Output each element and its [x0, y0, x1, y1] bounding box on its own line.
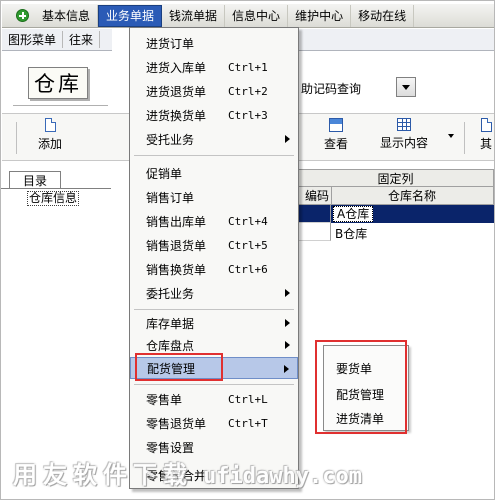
menu-item-shortcut: Ctrl+L — [228, 392, 268, 406]
menu-item-label: 销售订单 — [146, 190, 195, 205]
menu-basic-info[interactable]: 基本信息 — [35, 4, 99, 27]
menu-item-label: 销售换货单 — [146, 262, 207, 277]
menu-item-purchase-order[interactable]: 进货订单 — [130, 32, 298, 54]
menu-item-label: 受托业务 — [146, 132, 195, 147]
secondary-nav-bar: 图形菜单 往来 — [2, 29, 112, 51]
menu-item-shortcut: Ctrl+3 — [228, 108, 268, 122]
menu-mobile-online[interactable]: 移动在线 — [351, 4, 415, 27]
menu-item-shortcut: Ctrl+5 — [228, 238, 268, 252]
more-button-label: 其 — [480, 137, 493, 151]
menu-item-label: 促销单 — [146, 166, 183, 181]
menu-item-sales-delivery[interactable]: 销售出库单 Ctrl+4 — [130, 210, 298, 232]
submenu-arrow-icon — [285, 289, 290, 297]
toolbar-divider — [16, 122, 17, 154]
new-document-icon — [44, 118, 56, 132]
view-button[interactable]: 查看 — [324, 118, 348, 152]
menu-item-label: 进货退货单 — [146, 84, 207, 99]
tree-node-warehouse-info[interactable]: 仓库信息 — [27, 191, 80, 206]
submenu-arrow-icon — [285, 341, 290, 349]
table-header: 编码 仓库名称 — [297, 187, 494, 205]
page-title: 仓库 — [28, 67, 88, 99]
menu-item-label: 销售出库单 — [146, 214, 207, 229]
menu-item-label: 销售退货单 — [146, 238, 207, 253]
watermark-url-text: ufidawhy.com — [203, 464, 362, 489]
menu-separator — [134, 309, 294, 310]
menu-item-label: 零售设置 — [146, 440, 195, 455]
menu-item-shortcut: Ctrl+6 — [228, 262, 268, 276]
menu-item-inventory-documents[interactable]: 库存单据 — [130, 312, 298, 334]
table-row[interactable]: A仓库 — [297, 205, 494, 223]
menu-item-shortcut: Ctrl+T — [228, 416, 268, 430]
submenu-arrow-icon — [285, 319, 290, 327]
more-icon — [480, 118, 492, 132]
menu-item-label: 进货订单 — [146, 36, 195, 51]
menu-item-promotion[interactable]: 促销单 — [130, 162, 298, 184]
column-header-warehouse-name[interactable]: 仓库名称 — [332, 187, 492, 204]
tab-directory[interactable]: 目录 — [9, 171, 61, 189]
more-button[interactable]: 其 — [480, 118, 492, 152]
display-content-button[interactable]: 显示内容 — [380, 118, 428, 151]
submenu-arrow-icon — [285, 135, 290, 143]
menu-info-center[interactable]: 信息中心 — [225, 4, 289, 27]
menu-cash-documents[interactable]: 钱流单据 — [162, 4, 226, 27]
menu-business-documents[interactable]: 业务单据 — [98, 4, 163, 27]
nav-graphic-menu[interactable]: 图形菜单 — [2, 31, 64, 48]
column-header-code[interactable]: 编码 — [298, 187, 332, 204]
highlight-annotation-box — [135, 353, 223, 381]
table-row[interactable]: B仓库 — [297, 223, 494, 241]
title-divider — [13, 105, 108, 106]
watermark-chinese-text: 用友软件下载 — [13, 461, 193, 489]
secondary-nav-bar-right — [297, 29, 494, 51]
menu-item-purchase-receipt[interactable]: 进货入库单 Ctrl+1 — [130, 56, 298, 78]
home-icon[interactable] — [16, 9, 29, 22]
menu-item-label: 进货换货单 — [146, 108, 207, 123]
add-button[interactable]: 添加 — [38, 118, 62, 152]
menu-item-sales-order[interactable]: 销售订单 — [130, 186, 298, 208]
fixed-column-header: 固定列 — [297, 169, 494, 187]
menu-item-purchase-exchange[interactable]: 进货换货单 Ctrl+3 — [130, 104, 298, 126]
submenu-arrow-icon — [284, 365, 289, 373]
menu-item-label: 进货入库单 — [146, 60, 207, 75]
menu-item-label: 零售退货单 — [146, 416, 207, 431]
table-cell-code — [297, 223, 331, 241]
application-window: 基本信息 业务单据 钱流单据 信息中心 维护中心 移动在线 图形菜单 往来 仓库… — [0, 0, 495, 500]
menu-separator — [134, 155, 294, 156]
tree-tab-divider — [1, 188, 111, 189]
search-dropdown[interactable] — [396, 77, 416, 97]
menu-item-retail[interactable]: 零售单 Ctrl+L — [130, 388, 298, 410]
toolbar-divider — [464, 122, 465, 154]
highlight-annotation-box — [315, 340, 407, 434]
menu-item-shortcut: Ctrl+4 — [228, 214, 268, 228]
menu-item-retail-return[interactable]: 零售退货单 Ctrl+T — [130, 412, 298, 434]
menu-item-shortcut: Ctrl+2 — [228, 84, 268, 98]
add-button-label: 添加 — [38, 137, 63, 151]
search-label: 助记码查询 — [301, 82, 362, 96]
nav-accounts[interactable]: 往来 — [63, 31, 101, 48]
menu-item-consignment-in[interactable]: 受托业务 — [130, 128, 298, 150]
display-content-label: 显示内容 — [380, 136, 429, 150]
menu-item-shortcut: Ctrl+1 — [228, 60, 268, 74]
menu-separator — [134, 384, 294, 385]
business-documents-dropdown: 进货订单 进货入库单 Ctrl+1 进货退货单 Ctrl+2 进货换货单 Ctr… — [129, 27, 299, 489]
menu-maintenance-center[interactable]: 维护中心 — [288, 4, 352, 27]
watermark: 用友软件下载 ufidawhy.com — [13, 455, 362, 490]
view-icon — [329, 118, 343, 132]
table-cell-name: B仓库 — [335, 227, 368, 241]
view-button-label: 查看 — [324, 137, 349, 151]
main-menu-bar: 基本信息 业务单据 钱流单据 信息中心 维护中心 移动在线 — [2, 4, 494, 28]
menu-item-purchase-return[interactable]: 进货退货单 Ctrl+2 — [130, 80, 298, 102]
menu-item-sales-return[interactable]: 销售退货单 Ctrl+5 — [130, 234, 298, 256]
table-cell-code — [297, 205, 331, 223]
table-cell-name: A仓库 — [333, 206, 374, 222]
menu-item-label: 委托业务 — [146, 286, 195, 301]
menu-item-label: 仓库盘点 — [146, 338, 195, 353]
menu-item-label: 零售单 — [146, 392, 183, 407]
menu-item-label: 库存单据 — [146, 316, 195, 331]
grid-icon — [397, 118, 411, 131]
menu-item-sales-exchange[interactable]: 销售换货单 Ctrl+6 — [130, 258, 298, 280]
display-content-dropdown-icon[interactable] — [448, 134, 454, 138]
menu-item-consignment-out[interactable]: 委托业务 — [130, 282, 298, 304]
warehouse-table: 固定列 编码 仓库名称 A仓库 B仓库 — [297, 169, 494, 259]
